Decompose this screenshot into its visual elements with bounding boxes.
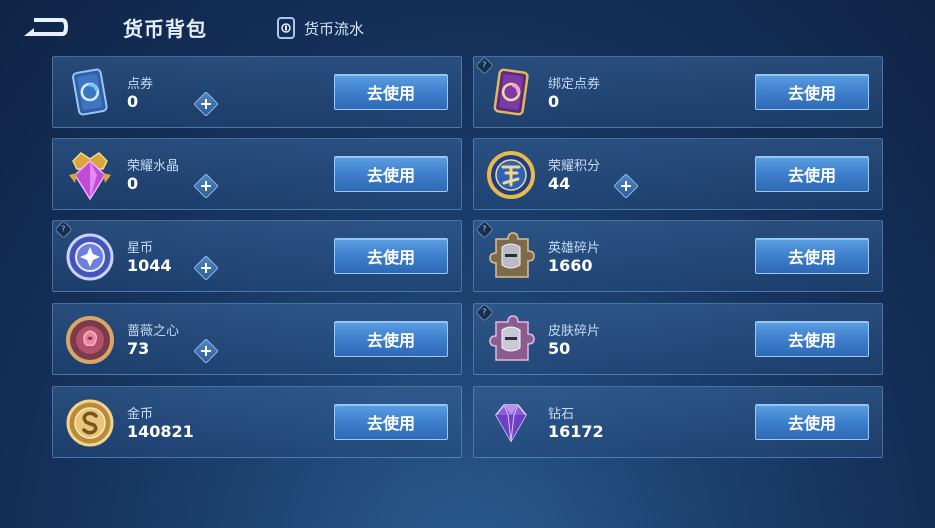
currency-card-voucher: 点券 0 去使用: [52, 56, 462, 128]
currency-card-honor-points: 荣耀积分 44 去使用: [473, 138, 883, 210]
add-star-coin-plus-icon[interactable]: [193, 255, 219, 281]
currency-card-hero-fragment: ? 英雄碎片 1660 去使用: [473, 220, 883, 292]
use-button[interactable]: 去使用: [334, 156, 448, 192]
currency-value: 16172: [548, 422, 604, 441]
currency-name: 绑定点券: [548, 77, 601, 92]
currency-value: 44: [548, 174, 571, 193]
star-coin-icon: [63, 229, 117, 285]
top-bar: 货币背包 货币流水: [0, 0, 935, 56]
rose-heart-icon: [63, 312, 117, 368]
use-button[interactable]: 去使用: [334, 321, 448, 357]
add-rose-heart-plus-icon[interactable]: [193, 338, 219, 364]
currency-name: 金币: [127, 407, 154, 422]
currency-card-skin-fragment: ? 皮肤碎片 50 去使用: [473, 303, 883, 375]
honor-points-icon: [484, 147, 538, 203]
currency-name: 皮肤碎片: [548, 324, 601, 339]
currency-name: 点券: [127, 77, 154, 92]
currency-name: 英雄碎片: [548, 241, 601, 256]
currency-value: 140821: [127, 422, 194, 441]
currency-flow-link[interactable]: 货币流水: [276, 15, 364, 41]
use-button[interactable]: 去使用: [334, 404, 448, 440]
use-button[interactable]: 去使用: [755, 238, 869, 274]
currency-name: 星币: [127, 241, 154, 256]
use-button[interactable]: 去使用: [755, 321, 869, 357]
add-honor-crystal-plus-icon[interactable]: [193, 173, 219, 199]
currency-card-bound-voucher: ? 绑定点券 0 去使用: [473, 56, 883, 128]
use-button[interactable]: 去使用: [334, 238, 448, 274]
page-title: 货币背包: [123, 17, 207, 41]
currency-flow-icon: [276, 16, 296, 40]
use-button[interactable]: 去使用: [755, 74, 869, 110]
gold-coin-icon: [63, 395, 117, 451]
currency-value: 0: [127, 92, 139, 111]
currency-value: 0: [127, 174, 139, 193]
currency-name: 荣耀积分: [548, 159, 601, 174]
currency-value: 73: [127, 339, 150, 358]
back-arrow-icon[interactable]: [20, 14, 72, 40]
use-button[interactable]: 去使用: [755, 156, 869, 192]
currency-name: 钻石: [548, 407, 575, 422]
currency-grid: 点券 0 去使用 ? 绑定点券 0 去使用 荣耀水晶 0 去使用 荣耀积分 44…: [52, 56, 883, 458]
diamond-icon: [484, 395, 538, 451]
currency-card-honor-crystal: 荣耀水晶 0 去使用: [52, 138, 462, 210]
currency-card-diamond: 钻石 16172 去使用: [473, 386, 883, 458]
currency-name: 荣耀水晶: [127, 159, 180, 174]
currency-card-gold-coin: 金币 140821 去使用: [52, 386, 462, 458]
add-honor-points-plus-icon[interactable]: [613, 173, 639, 199]
use-button[interactable]: 去使用: [334, 74, 448, 110]
currency-name: 蔷薇之心: [127, 324, 180, 339]
use-button[interactable]: 去使用: [755, 404, 869, 440]
skin-fragment-icon: [484, 312, 538, 368]
currency-value: 0: [548, 92, 560, 111]
add-voucher-plus-icon[interactable]: [193, 91, 219, 117]
currency-value: 1044: [127, 256, 172, 275]
currency-flow-label: 货币流水: [304, 19, 365, 38]
honor-crystal-icon: [63, 147, 117, 203]
hero-fragment-icon: [484, 229, 538, 285]
currency-value: 1660: [548, 256, 593, 275]
currency-value: 50: [548, 339, 571, 358]
voucher-card-icon: [63, 65, 117, 121]
currency-card-rose-heart: 蔷薇之心 73 去使用: [52, 303, 462, 375]
bound-voucher-card-icon: [484, 65, 538, 121]
currency-card-star-coin: ? 星币 1044 去使用: [52, 220, 462, 292]
